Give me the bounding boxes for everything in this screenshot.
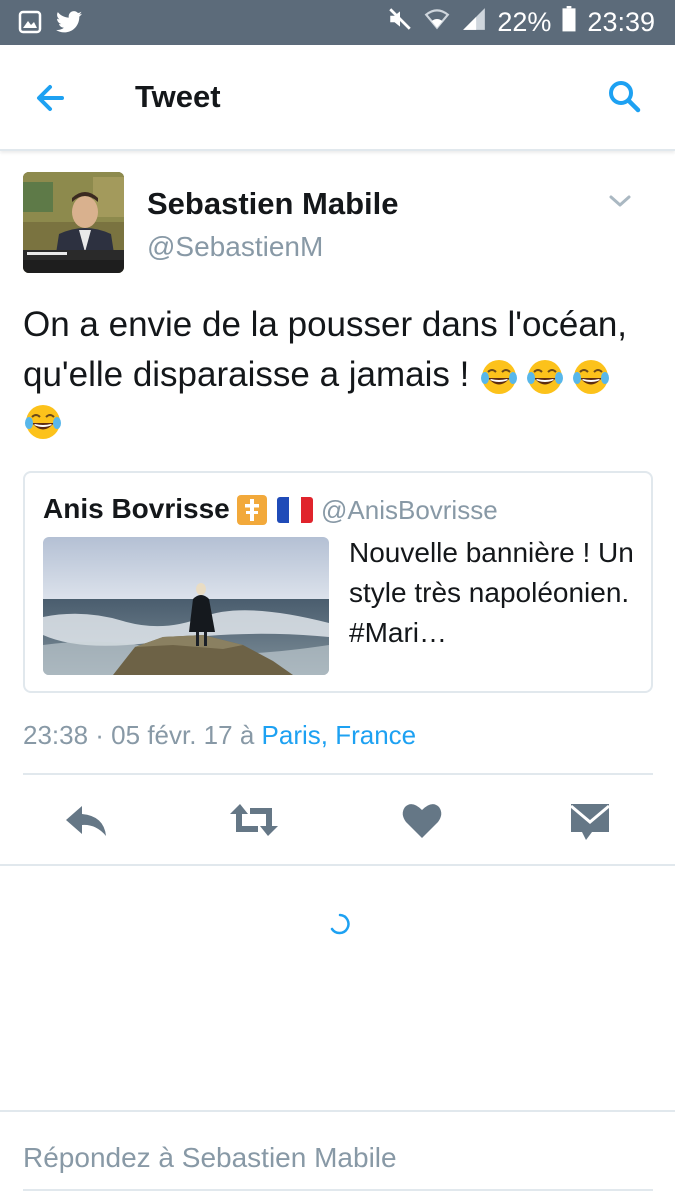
cross-emoji-icon: [237, 495, 267, 525]
battery-percentage: 22%: [497, 7, 552, 37]
reply-icon: [66, 806, 106, 836]
tweet-timestamp: 23:38 · 05 févr. 17: [23, 720, 233, 750]
search-button[interactable]: [605, 77, 645, 117]
chevron-down-icon: [609, 195, 631, 207]
tweet-text: On a envie de la pousser dans l'océan, q…: [23, 300, 653, 450]
emoji-group: [479, 357, 611, 397]
top-app-bar: Tweet: [0, 45, 675, 151]
reply-button[interactable]: [62, 798, 110, 842]
signal-icon: [461, 6, 487, 39]
arrow-left-icon: [37, 85, 64, 111]
french-flag-icon: [277, 497, 313, 523]
tweet-meta: 23:38 · 05 févr. 17 à Paris, France: [23, 720, 416, 751]
tears-of-joy-emoji-icon: [481, 359, 518, 394]
retweet-icon: [230, 804, 278, 836]
location-link[interactable]: Paris, France: [262, 720, 417, 750]
quoted-tweet-card[interactable]: Anis Bovrisse @AnisBovrisse Nouvelle ban…: [23, 471, 653, 693]
quoted-tweet-text: Nouvelle bannière ! Un style très napolé…: [349, 537, 634, 648]
gallery-icon: [18, 10, 42, 39]
divider: [23, 773, 653, 775]
tears-of-joy-emoji-icon: [25, 405, 61, 439]
page-title: Tweet: [135, 79, 221, 114]
location-prefix: à: [239, 720, 255, 750]
clock: 23:39: [587, 7, 655, 37]
reply-input-underline: [23, 1189, 653, 1191]
twitter-bird-icon: [56, 11, 82, 38]
quoted-author-name: Anis Bovrisse: [43, 493, 230, 524]
tweet-actions-bar: [0, 776, 675, 864]
retweet-button[interactable]: [228, 798, 280, 842]
tweet-options-button[interactable]: [605, 190, 635, 212]
tears-of-joy-emoji-icon: [527, 359, 564, 394]
like-icon: [402, 804, 442, 838]
divider: [0, 1110, 675, 1112]
quoted-author-handle: @AnisBovrisse: [321, 495, 498, 525]
quoted-tweet-image[interactable]: [43, 537, 329, 675]
wifi-icon: [423, 6, 451, 39]
loading-spinner: [328, 912, 352, 936]
status-bar: 22% 23:39: [0, 0, 675, 45]
author-handle[interactable]: @SebastienM: [147, 231, 323, 263]
divider: [0, 864, 675, 866]
tears-of-joy-emoji-icon: [573, 359, 610, 394]
avatar[interactable]: [23, 172, 124, 273]
like-button[interactable]: [400, 798, 448, 842]
author-name[interactable]: Sebastien Mabile: [147, 186, 399, 222]
mute-icon: [387, 6, 413, 39]
direct-message-icon: [570, 804, 610, 840]
search-icon: [609, 81, 641, 113]
battery-icon: [561, 6, 577, 39]
reply-input[interactable]: [23, 1138, 653, 1178]
direct-message-button[interactable]: [568, 798, 612, 842]
back-button[interactable]: [30, 78, 74, 118]
